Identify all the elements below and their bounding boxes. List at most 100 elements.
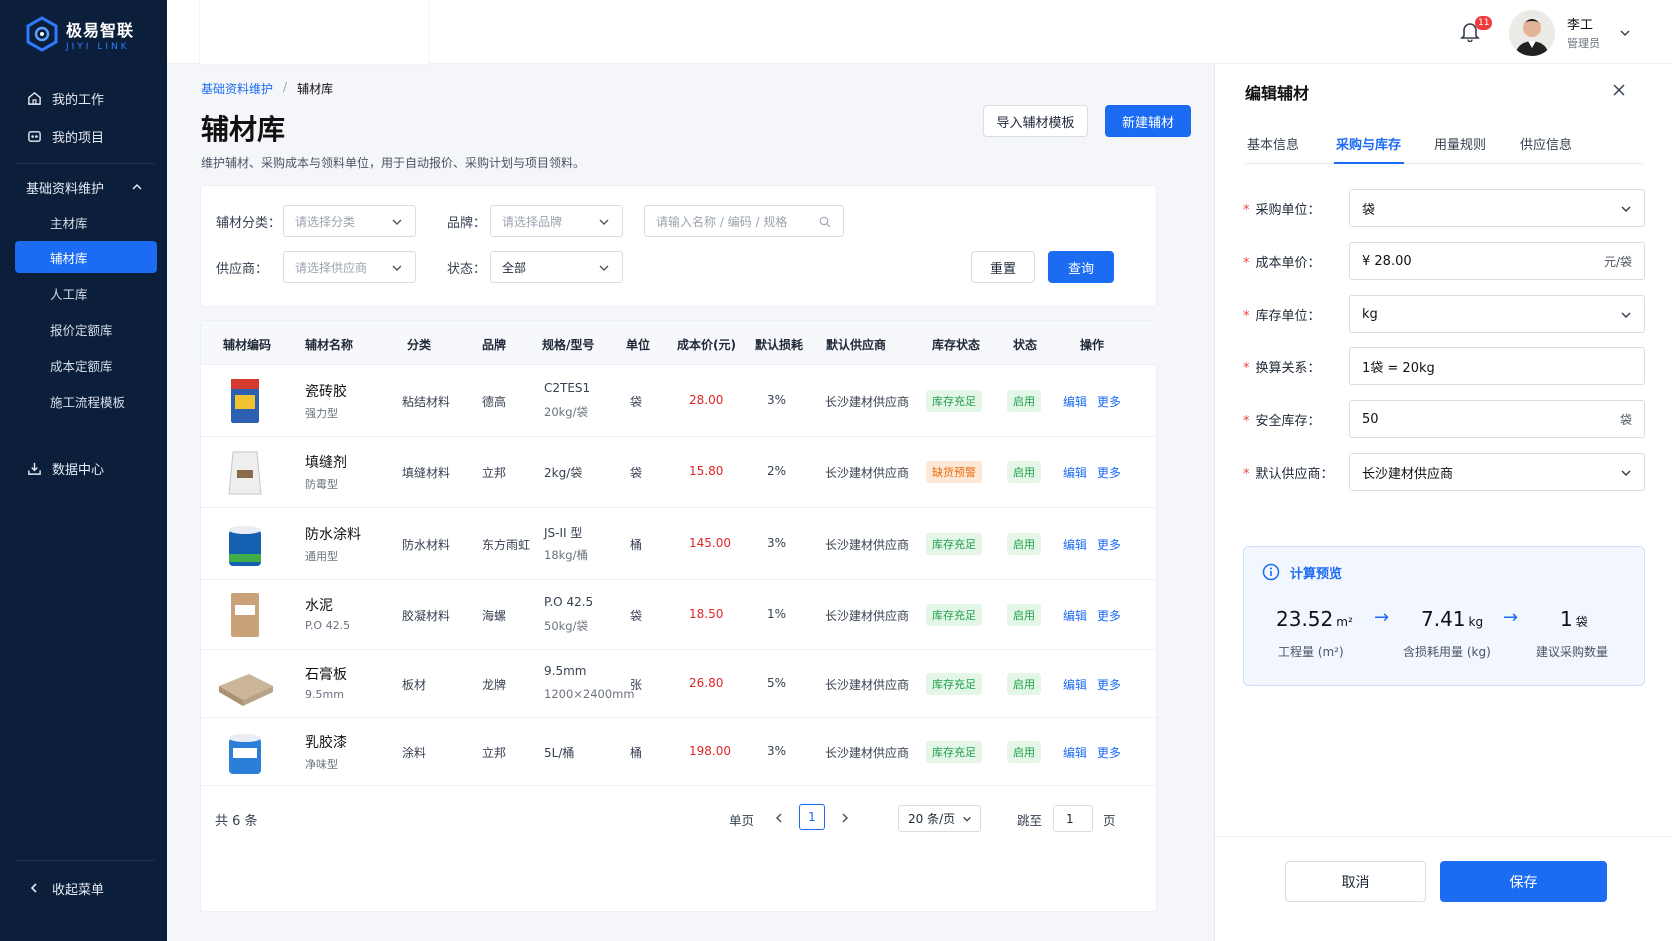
col-loss: 默认损耗 <box>755 338 804 352</box>
nav-group-basic-data[interactable]: 基础资料维护 <box>0 169 167 205</box>
material-brand: 海螺 <box>482 608 507 623</box>
goto-page-input[interactable]: 1 <box>1053 805 1093 832</box>
stock-status-badge: 缺货预警 <box>926 461 982 483</box>
nav-my-projects[interactable]: 我的项目 <box>0 118 167 154</box>
query-button[interactable]: 查询 <box>1048 251 1114 283</box>
chevron-left-icon <box>26 880 42 896</box>
import-template-button[interactable]: 导入辅材模板 <box>983 105 1088 137</box>
more-link[interactable]: 更多 <box>1097 676 1121 693</box>
tab-purchase-stock[interactable]: 采购与库存 <box>1336 134 1401 153</box>
nav-my-work[interactable]: 我的工作 <box>0 80 167 116</box>
tab-basic-info[interactable]: 基本信息 <box>1247 134 1299 153</box>
reset-button[interactable]: 重置 <box>971 251 1035 283</box>
table-row[interactable]: 石膏板 9.5mm 板材 龙牌 9.5mm 1200×2400mm 张 26.80 5% 长沙建材… <box>201 650 1158 718</box>
chevron-down-icon <box>599 265 609 271</box>
edit-link[interactable]: 编辑 <box>1063 744 1087 761</box>
nav-data-center-label: 数据中心 <box>52 462 105 478</box>
more-link[interactable]: 更多 <box>1097 393 1121 410</box>
table-row[interactable]: 填缝剂 防霉型 填缝材料 立邦 2kg/袋 袋 15.80 2% 长沙建材供应商 缺货预警 启用 编辑… <box>201 436 1158 508</box>
preview-usage: 7.41 kg <box>1421 607 1484 631</box>
more-link[interactable]: 更多 <box>1097 744 1121 761</box>
field-select[interactable]: 长沙建材供应商 <box>1349 453 1645 491</box>
nav-sub-aux-material[interactable]: 辅材库 <box>15 241 157 273</box>
status-badge: 启用 <box>1007 461 1041 483</box>
material-unit: 桶 <box>630 746 643 760</box>
table-row[interactable]: 乳胶漆 净味型 涂料 立邦 5L/桶 桶 198.00 3% 长沙建材供应商 库存充足 启用 编辑 更多 <box>201 718 1158 786</box>
drawer-title: 编辑辅材 <box>1245 84 1310 103</box>
page-number-current[interactable]: 1 <box>799 804 825 830</box>
tab-supply-info[interactable]: 供应信息 <box>1520 134 1572 153</box>
nav-sub-quote-quota[interactable]: 报价定额库 <box>15 313 157 345</box>
nav-my-projects-label: 我的项目 <box>52 130 105 146</box>
edit-link[interactable]: 编辑 <box>1063 676 1087 693</box>
new-material-button[interactable]: 新建辅材 <box>1105 105 1191 137</box>
edit-link[interactable]: 编辑 <box>1063 393 1087 410</box>
brand-select[interactable]: 请选择品牌 <box>490 205 623 237</box>
divider <box>15 860 155 861</box>
edit-link[interactable]: 编辑 <box>1063 607 1087 624</box>
tab-usage-rules[interactable]: 用量规则 <box>1434 134 1486 153</box>
material-subname: 通用型 <box>305 550 338 563</box>
table-row[interactable]: 瓷砖胶 强力型 粘结材料 德高 C2TES1 20kg/袋 袋 28.00 3% 长沙建材供应商 库… <box>201 365 1158 437</box>
more-link[interactable]: 更多 <box>1097 607 1121 624</box>
material-cost: 198.00 <box>689 744 731 758</box>
brand-logo[interactable]: 极易智联 JIYI LINK <box>24 16 134 52</box>
edit-link[interactable]: 编辑 <box>1063 536 1087 553</box>
field-label: * 成本单价： <box>1243 256 1321 271</box>
material-brand: 龙牌 <box>482 678 507 692</box>
field-input[interactable]: 50 袋 <box>1349 400 1645 438</box>
status-badge: 启用 <box>1007 673 1041 695</box>
table-row[interactable]: 水泥 P.O 42.5 胶凝材料 海螺 P.O 42.5 50kg/袋 袋 18.50 1% 长沙… <box>201 579 1158 650</box>
cancel-button[interactable]: 取消 <box>1285 861 1426 902</box>
material-cost: 26.80 <box>689 676 724 690</box>
field-input[interactable]: ¥ 28.00 元/袋 <box>1349 242 1645 280</box>
field-select[interactable]: 袋 <box>1349 189 1645 227</box>
material-category: 粘结材料 <box>402 395 451 409</box>
goto-label: 跳至 <box>1017 813 1043 828</box>
category-select[interactable]: 请选择分类 <box>283 205 416 237</box>
material-name: 瓷砖胶 <box>305 384 347 400</box>
chevron-down-icon[interactable] <box>1618 26 1632 40</box>
collapse-menu-button[interactable]: 收起菜单 <box>0 870 167 906</box>
search-input[interactable]: 请输入名称 / 编码 / 规格 <box>644 205 844 237</box>
field-input[interactable]: 1袋 = 20kg <box>1349 347 1645 385</box>
more-link[interactable]: 更多 <box>1097 464 1121 481</box>
field-select[interactable]: kg <box>1349 295 1645 333</box>
nav-sub-process-template[interactable]: 施工流程模板 <box>15 385 157 417</box>
field-unit: 元/袋 <box>1603 255 1632 269</box>
material-supplier: 长沙建材供应商 <box>825 746 910 760</box>
material-unit: 桶 <box>630 538 643 552</box>
material-supplier: 长沙建材供应商 <box>825 395 910 409</box>
edit-link[interactable]: 编辑 <box>1063 464 1087 481</box>
nav-sub-cost-quota[interactable]: 成本定额库 <box>15 349 157 381</box>
status-select[interactable]: 全部 <box>490 251 623 283</box>
chevron-down-icon <box>392 219 402 225</box>
stock-status-badge: 库存充足 <box>926 741 982 763</box>
material-loss: 3% <box>767 744 787 758</box>
material-subname: P.O 42.5 <box>305 618 351 632</box>
material-loss: 2% <box>767 464 787 478</box>
nav-data-center[interactable]: 数据中心 <box>0 450 167 486</box>
col-name: 辅材名称 <box>305 338 354 352</box>
material-cost: 145.00 <box>689 536 731 550</box>
material-thumbnail <box>229 526 261 566</box>
col-brand: 品牌 <box>482 338 507 352</box>
project-icon <box>26 128 42 144</box>
arrow-right-icon: → <box>1374 607 1390 628</box>
chevron-down-icon <box>392 265 402 271</box>
drawer-tabs: 基本信息 采购与库存 用量规则 供应信息 <box>1245 124 1643 164</box>
table-header: 辅材编码 辅材名称 分类 品牌 规格/型号 单位 成本价(元) 默认损耗 默认供… <box>201 321 1158 365</box>
page-size-select[interactable]: 20 条/页 <box>898 805 981 832</box>
avatar[interactable] <box>1509 10 1555 56</box>
nav-sub-main-material[interactable]: 主材库 <box>15 206 157 238</box>
table-row[interactable]: 防水涂料 通用型 防水材料 东方雨虹 JS-II 型 18kg/桶 桶 145.00 3% 长沙建… <box>201 508 1158 580</box>
save-button[interactable]: 保存 <box>1440 861 1607 902</box>
more-link[interactable]: 更多 <box>1097 536 1121 553</box>
next-page-icon[interactable] <box>839 812 851 824</box>
material-spec-detail: 1200×2400mm <box>544 687 635 701</box>
close-icon[interactable] <box>1610 81 1628 99</box>
nav-sub-labor[interactable]: 人工库 <box>15 277 157 309</box>
breadcrumb-parent[interactable]: 基础资料维护 <box>201 80 273 97</box>
prev-page-icon[interactable] <box>773 812 785 824</box>
supplier-select[interactable]: 请选择供应商 <box>283 251 416 283</box>
